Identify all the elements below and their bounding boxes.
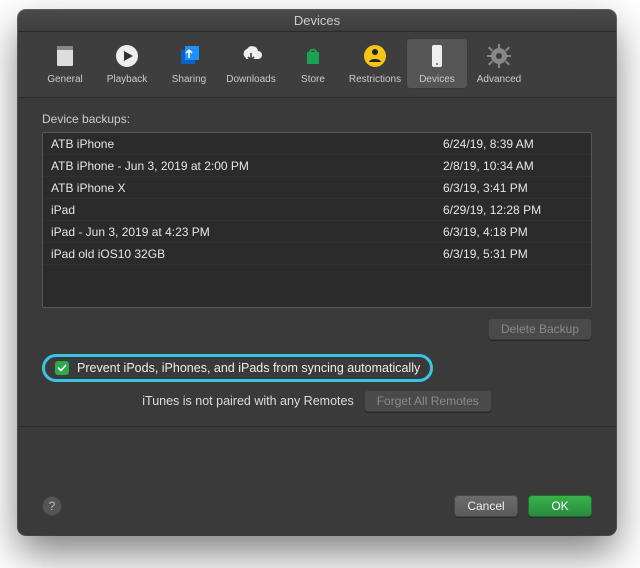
device-icon	[423, 42, 451, 70]
table-row[interactable]: iPad - Jun 3, 2019 at 4:23 PM 6/3/19, 4:…	[43, 221, 591, 243]
ok-button[interactable]: OK	[528, 495, 592, 517]
table-row[interactable]: ATB iPhone - Jun 3, 2019 at 2:00 PM 2/8/…	[43, 155, 591, 177]
tab-playback[interactable]: Playback	[96, 38, 158, 89]
backup-actions: Delete Backup	[42, 318, 592, 340]
preferences-window: Devices General Playback Sharing Downloa…	[18, 10, 616, 535]
window-title: Devices	[294, 13, 340, 28]
table-row[interactable]: ATB iPhone X 6/3/19, 3:41 PM	[43, 177, 591, 199]
tab-store[interactable]: Store	[282, 38, 344, 89]
tab-advanced[interactable]: Advanced	[468, 38, 530, 89]
backup-name: iPad	[51, 203, 443, 217]
backup-name: iPad old iOS10 32GB	[51, 247, 443, 261]
tab-sharing[interactable]: Sharing	[158, 38, 220, 89]
prevent-sync-row: Prevent iPods, iPhones, and iPads from s…	[42, 354, 433, 382]
tab-general[interactable]: General	[34, 38, 96, 89]
tab-devices[interactable]: Devices	[406, 38, 468, 89]
tab-label: Sharing	[172, 74, 206, 85]
tab-label: Restrictions	[349, 74, 401, 85]
gear-icon	[485, 42, 513, 70]
window-titlebar: Devices	[18, 10, 616, 32]
store-icon	[299, 42, 327, 70]
tab-label: Playback	[107, 74, 148, 85]
cancel-button[interactable]: Cancel	[454, 495, 518, 517]
table-row[interactable]: ATB iPhone 6/24/19, 8:39 AM	[43, 133, 591, 155]
prevent-sync-label: Prevent iPods, iPhones, and iPads from s…	[77, 361, 420, 375]
backup-time: 6/29/19, 12:28 PM	[443, 203, 583, 217]
tab-label: Advanced	[477, 74, 521, 85]
backups-label: Device backups:	[42, 112, 592, 126]
table-row[interactable]: iPad 6/29/19, 12:28 PM	[43, 199, 591, 221]
remotes-row: iTunes is not paired with any Remotes Fo…	[42, 390, 592, 412]
backup-time: 6/3/19, 3:41 PM	[443, 181, 583, 195]
backup-name: ATB iPhone X	[51, 181, 443, 195]
divider	[18, 426, 616, 427]
tab-label: Devices	[419, 74, 455, 85]
tab-downloads[interactable]: Downloads	[220, 38, 282, 89]
prevent-sync-checkbox[interactable]	[55, 361, 69, 375]
general-icon	[51, 42, 79, 70]
restrictions-icon	[361, 42, 389, 70]
help-icon: ?	[49, 499, 56, 513]
devices-panel: Device backups: ATB iPhone 6/24/19, 8:39…	[18, 98, 616, 481]
sharing-icon	[175, 42, 203, 70]
backup-time: 6/3/19, 5:31 PM	[443, 247, 583, 261]
delete-backup-button[interactable]: Delete Backup	[488, 318, 592, 340]
backups-list[interactable]: ATB iPhone 6/24/19, 8:39 AM ATB iPhone -…	[42, 132, 592, 308]
tab-label: Store	[301, 74, 325, 85]
backup-name: ATB iPhone - Jun 3, 2019 at 2:00 PM	[51, 159, 443, 173]
backup-time: 6/3/19, 4:18 PM	[443, 225, 583, 239]
backup-time: 2/8/19, 10:34 AM	[443, 159, 583, 173]
tab-restrictions[interactable]: Restrictions	[344, 38, 406, 89]
backup-name: ATB iPhone	[51, 137, 443, 151]
play-icon	[113, 42, 141, 70]
cloud-download-icon	[237, 42, 265, 70]
dialog-footer: ? Cancel OK	[18, 481, 616, 535]
backup-time: 6/24/19, 8:39 AM	[443, 137, 583, 151]
table-row[interactable]: iPad old iOS10 32GB 6/3/19, 5:31 PM	[43, 243, 591, 265]
tab-label: General	[47, 74, 83, 85]
backup-name: iPad - Jun 3, 2019 at 4:23 PM	[51, 225, 443, 239]
help-button[interactable]: ?	[42, 496, 62, 516]
forget-remotes-button[interactable]: Forget All Remotes	[364, 390, 492, 412]
tab-label: Downloads	[226, 74, 275, 85]
preferences-toolbar: General Playback Sharing Downloads Store	[18, 32, 616, 98]
remotes-status: iTunes is not paired with any Remotes	[142, 394, 353, 408]
